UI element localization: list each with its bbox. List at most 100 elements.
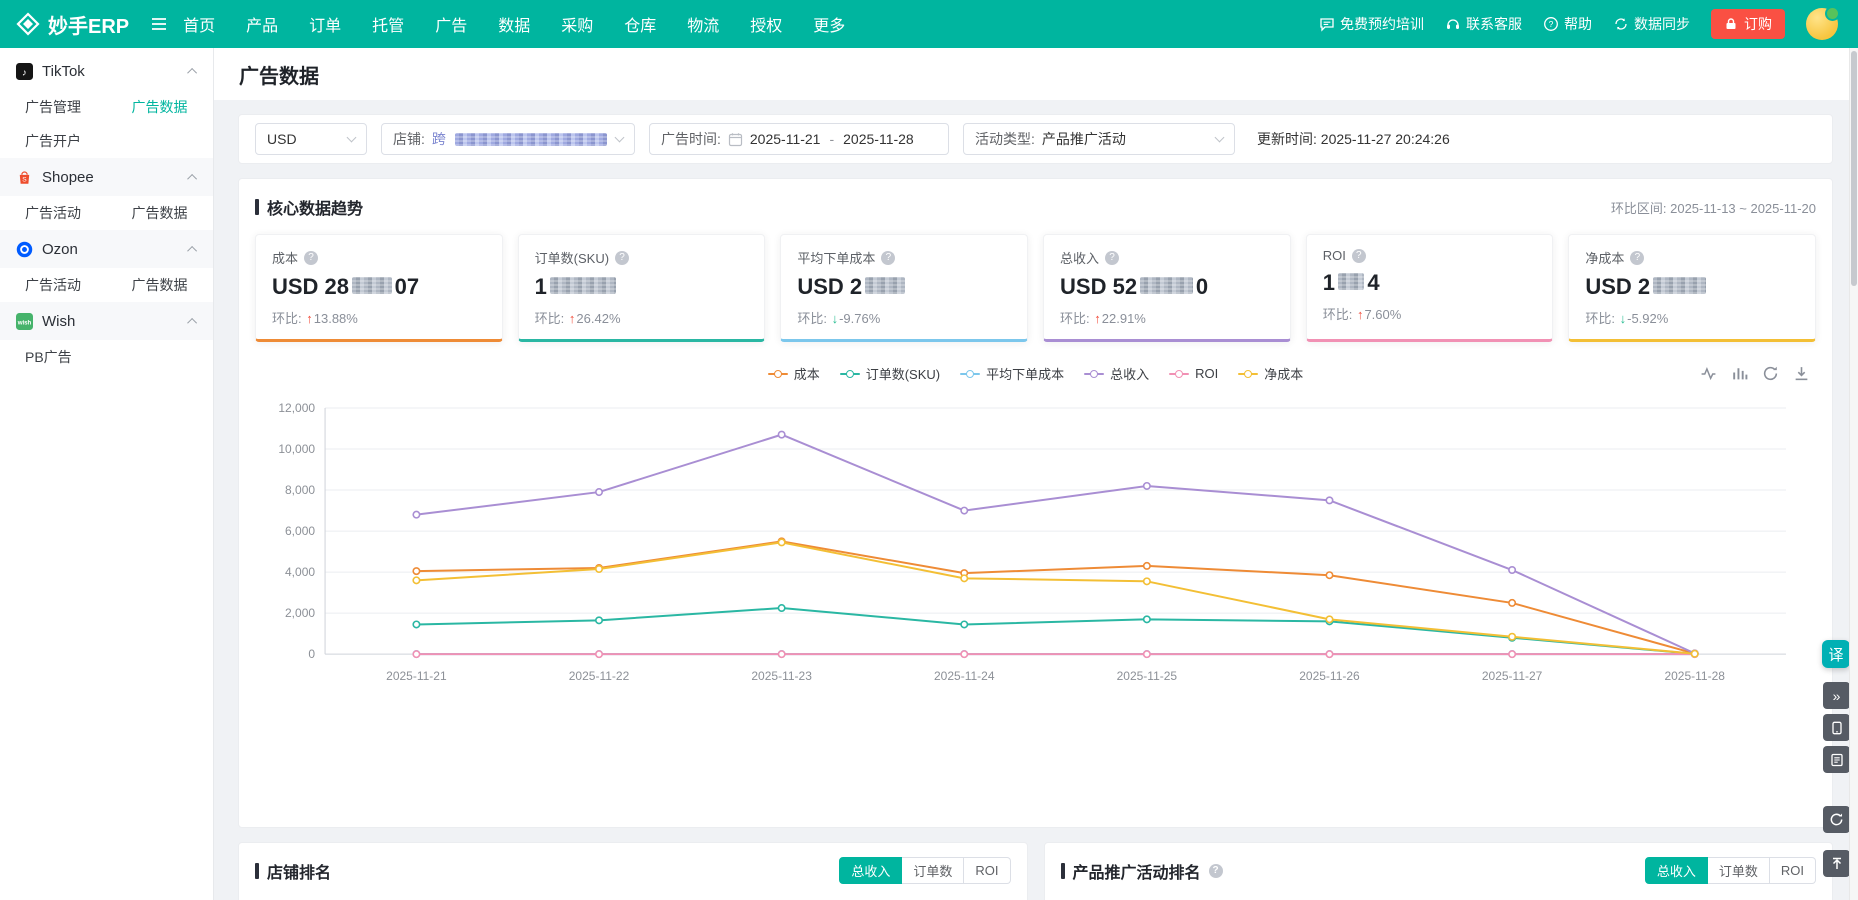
refresh-icon[interactable] <box>1762 365 1779 382</box>
sidebar-group-shopee[interactable]: S Shopee <box>0 158 213 196</box>
toggle-orders[interactable]: 订单数 <box>902 857 964 884</box>
collapse-panel-button[interactable]: » <box>1823 682 1850 709</box>
topbar: 妙手ERP 首页 产品 订单 托管 广告 数据 采购 仓库 物流 授权 更多 免… <box>0 0 1858 48</box>
help-icon[interactable]: ? <box>1352 249 1366 263</box>
nav-more[interactable]: 更多 <box>813 12 845 36</box>
nav-purchase[interactable]: 采购 <box>561 12 593 36</box>
svg-text:0: 0 <box>308 647 315 661</box>
main-content: 广告数据 USD 店铺: 跨 广告时间: 2025-11-21 - 2025-1… <box>214 48 1858 900</box>
redacted-value <box>550 277 616 294</box>
sidebar: ♪ TikTok 广告管理 广告数据 广告开户 S Shopee 广告活动 广告… <box>0 48 214 900</box>
back-to-top-button[interactable] <box>1823 850 1850 877</box>
feedback-button[interactable] <box>1823 746 1850 773</box>
line-chart-toggle-icon[interactable] <box>1700 365 1717 382</box>
date-range-picker[interactable]: 广告时间: 2025-11-21 - 2025-11-28 <box>649 123 949 155</box>
bar-chart-toggle-icon[interactable] <box>1731 365 1748 382</box>
legend-marker <box>1169 373 1189 375</box>
sidebar-item-ad-account-open[interactable]: 广告开户 <box>0 124 107 158</box>
sidebar-item-pb-ads[interactable]: PB广告 <box>0 340 107 374</box>
toggle-total-revenue[interactable]: 总收入 <box>1645 857 1708 884</box>
legend-item-roi[interactable]: ROI <box>1169 364 1218 383</box>
section-title: 核心数据趋势 <box>255 195 363 219</box>
contact-support-link[interactable]: 联系客服 <box>1445 14 1522 34</box>
nav-data[interactable]: 数据 <box>498 12 530 36</box>
shop-rank-metric-toggle: 总收入 订单数 ROI <box>839 857 1010 884</box>
sidebar-item-ad-data-tiktok[interactable]: 广告数据 <box>107 90 214 124</box>
shop-select[interactable]: 店铺: 跨 <box>381 123 635 155</box>
translate-button[interactable]: 译 <box>1822 640 1850 668</box>
help-icon[interactable]: ? <box>1105 251 1119 265</box>
svg-text:2025-11-22: 2025-11-22 <box>569 669 630 683</box>
sidebar-item-ad-manage[interactable]: 广告管理 <box>0 90 107 124</box>
sidebar-group-tiktok[interactable]: ♪ TikTok <box>0 52 213 90</box>
svg-text:12,000: 12,000 <box>278 401 315 415</box>
svg-text:8,000: 8,000 <box>285 483 315 497</box>
currency-select[interactable]: USD <box>255 123 367 155</box>
help-icon[interactable]: ? <box>881 251 895 265</box>
download-icon[interactable] <box>1793 365 1810 382</box>
avatar[interactable] <box>1806 8 1838 40</box>
sidebar-item-ad-data-shopee[interactable]: 广告数据 <box>107 196 214 230</box>
metric-value: 14 <box>1323 270 1537 296</box>
legend-item-avg-order-cost[interactable]: 平均下单成本 <box>960 364 1064 383</box>
redacted-shop-name <box>455 133 607 146</box>
data-sync-link[interactable]: 数据同步 <box>1613 14 1690 34</box>
svg-text:6,000: 6,000 <box>285 524 315 538</box>
nav-warehouse[interactable]: 仓库 <box>624 12 656 36</box>
scrollbar-thumb[interactable] <box>1851 51 1857 286</box>
legend-item-cost[interactable]: 成本 <box>768 364 820 383</box>
metric-cards-row: 成本? USD 2807 环比: ↑13.88% 订单数(SKU)? 1 环比:… <box>255 234 1816 342</box>
subscribe-button[interactable]: 订购 <box>1711 9 1785 39</box>
legend-item-orders-sku[interactable]: 订单数(SKU) <box>840 364 940 383</box>
help-icon[interactable]: ? <box>615 251 629 265</box>
title-accent-bar <box>255 199 259 215</box>
chart-legend: 成本 订单数(SKU) 平均下单成本 总收入 ROI 净成本 <box>255 364 1816 383</box>
mobile-view-button[interactable] <box>1823 714 1850 741</box>
free-training-link[interactable]: 免费预约培训 <box>1319 14 1424 34</box>
legend-item-net-cost[interactable]: 净成本 <box>1238 364 1303 383</box>
toggle-total-revenue[interactable]: 总收入 <box>839 857 902 884</box>
nav-authorization[interactable]: 授权 <box>750 12 782 36</box>
redacted-value <box>1338 273 1364 290</box>
nav-hosting[interactable]: 托管 <box>372 12 404 36</box>
app-logo[interactable]: 妙手ERP <box>0 10 147 39</box>
chart-tools <box>1700 365 1810 382</box>
svg-text:2025-11-21: 2025-11-21 <box>386 669 447 683</box>
legend-marker <box>1238 373 1258 375</box>
metric-card-cost: 成本? USD 2807 环比: ↑13.88% <box>255 234 503 342</box>
toggle-orders[interactable]: 订单数 <box>1708 857 1770 884</box>
legend-item-total-revenue[interactable]: 总收入 <box>1084 364 1149 383</box>
help-icon[interactable]: ? <box>1630 251 1644 265</box>
menu-toggle-icon[interactable] <box>147 14 183 34</box>
sidebar-item-ad-data-ozon[interactable]: 广告数据 <box>107 268 214 302</box>
campaign-rank-metric-toggle: 总收入 订单数 ROI <box>1645 857 1816 884</box>
scrollbar-track[interactable] <box>1849 48 1858 900</box>
chat-bubble-icon <box>1319 16 1335 32</box>
toggle-roi[interactable]: ROI <box>964 857 1010 884</box>
svg-text:4,000: 4,000 <box>285 565 315 579</box>
refresh-page-button[interactable] <box>1823 806 1850 833</box>
sidebar-group-wish[interactable]: wish Wish <box>0 302 213 340</box>
sidebar-item-ad-campaign-ozon[interactable]: 广告活动 <box>0 268 107 302</box>
metric-card-total-revenue: 总收入? USD 520 环比: ↑22.91% <box>1043 234 1291 342</box>
redacted-value <box>865 277 905 294</box>
nav-home[interactable]: 首页 <box>183 12 215 36</box>
help-icon[interactable]: ? <box>1209 864 1223 878</box>
nav-ads[interactable]: 广告 <box>435 12 467 36</box>
compare-range: 环比区间: 2025-11-13 ~ 2025-11-20 <box>1611 198 1816 217</box>
question-circle-icon: ? <box>1543 16 1559 32</box>
help-icon[interactable]: ? <box>304 251 318 265</box>
sidebar-group-ozon[interactable]: Ozon <box>0 230 213 268</box>
toggle-roi[interactable]: ROI <box>1770 857 1816 884</box>
metric-card-avg-order-cost: 平均下单成本? USD 2 环比: ↓-9.76% <box>780 234 1028 342</box>
activity-type-select[interactable]: 活动类型: 产品推广活动 <box>963 123 1235 155</box>
shop-ranking-title: 店铺排名 <box>255 859 331 883</box>
metric-value: USD 520 <box>1060 274 1274 300</box>
nav-logistics[interactable]: 物流 <box>687 12 719 36</box>
sidebar-item-ad-campaign-shopee[interactable]: 广告活动 <box>0 196 107 230</box>
metric-card-roi: ROI? 14 环比: ↑7.60% <box>1306 234 1554 342</box>
help-link[interactable]: ? 帮助 <box>1543 14 1592 34</box>
nav-orders[interactable]: 订单 <box>309 12 341 36</box>
svg-text:2025-11-28: 2025-11-28 <box>1664 669 1725 683</box>
nav-products[interactable]: 产品 <box>246 12 278 36</box>
